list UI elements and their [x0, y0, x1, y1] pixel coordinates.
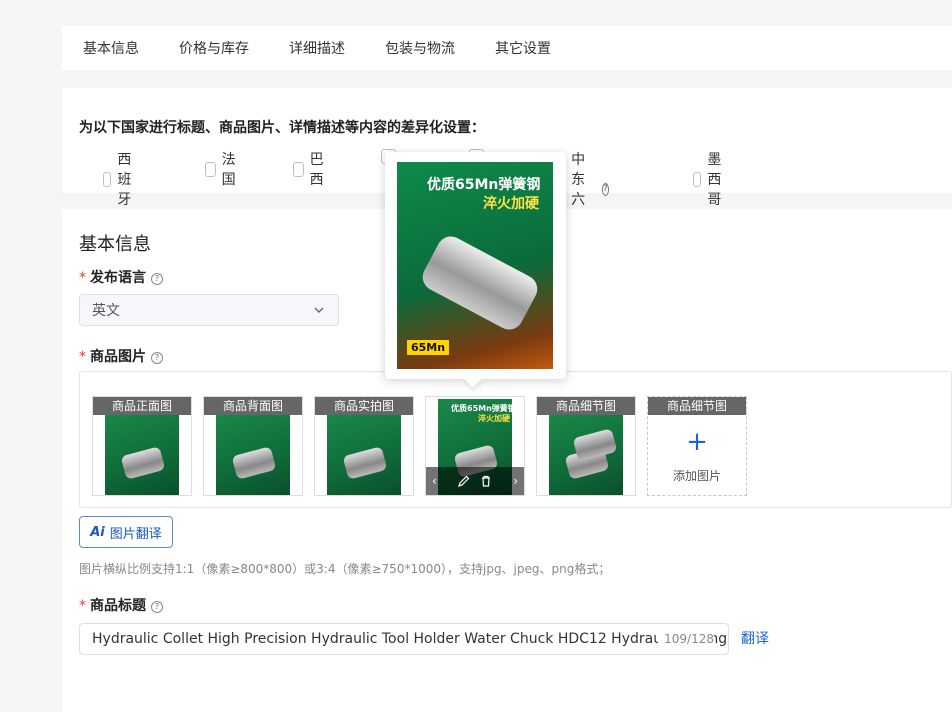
- thumb-label: 商品正面图: [93, 397, 191, 415]
- image-upload-area: 商品正面图 商品背面图 商品实拍图 优质65Mn弹簧钢 淬火加硬 ‹ › 商品细…: [79, 371, 952, 508]
- language-select-value: 英文: [92, 303, 120, 319]
- help-icon[interactable]: ?: [151, 601, 163, 613]
- product-shape: [342, 446, 388, 480]
- images-label: * 商品图片?: [79, 346, 163, 366]
- preview-image-text: 优质65Mn弹簧钢: [427, 177, 541, 193]
- country-mexico-checkbox[interactable]: 墨西哥: [693, 149, 728, 209]
- product-shape: [572, 428, 618, 462]
- language-label: * 发布语言?: [79, 267, 163, 287]
- image-hint: 图片横纵比例支持1:1（像素≥800*800）或3:4（像素≥750*1000）…: [79, 562, 611, 576]
- thumb-hover-controls: ‹ ›: [426, 467, 524, 495]
- move-left-icon[interactable]: ‹: [432, 474, 437, 488]
- required-mark: *: [79, 270, 86, 286]
- tab-other-settings[interactable]: 其它设置: [495, 38, 551, 58]
- country-label: 巴西: [309, 152, 324, 188]
- country-brazil-checkbox[interactable]: 巴西: [293, 149, 328, 189]
- thumb-image-text: 淬火加硬: [478, 414, 510, 423]
- tab-package-logistics[interactable]: 包装与物流: [385, 38, 455, 58]
- product-image-thumb[interactable]: 商品正面图: [92, 396, 192, 496]
- images-label-text: 商品图片: [90, 349, 146, 365]
- language-select[interactable]: 英文: [79, 294, 339, 326]
- preview-image-text: 淬火加硬: [483, 196, 539, 212]
- help-icon[interactable]: ?: [151, 352, 163, 364]
- section-title: 基本信息: [79, 234, 151, 255]
- tab-detail-desc[interactable]: 详细描述: [289, 38, 345, 58]
- product-image-thumb[interactable]: 商品实拍图: [314, 396, 414, 496]
- image-preview-popover: 优质65Mn弹簧钢 淬火加硬 65Mn: [385, 152, 566, 388]
- title-label: * 商品标题?: [79, 595, 163, 615]
- product-shape: [417, 231, 543, 335]
- country-france-checkbox[interactable]: 法国: [205, 149, 240, 189]
- product-image: [327, 411, 401, 495]
- edit-icon[interactable]: [457, 474, 471, 488]
- product-shape: [120, 446, 166, 480]
- country-label: 墨西哥: [707, 152, 722, 208]
- checkbox-box[interactable]: [205, 161, 216, 177]
- required-mark: *: [79, 598, 86, 614]
- tab-bar: 基本信息 价格与库存 详细描述 包装与物流 其它设置: [62, 26, 952, 70]
- title-label-text: 商品标题: [90, 598, 146, 614]
- language-label-text: 发布语言: [90, 270, 146, 286]
- product-image-thumb-hovered[interactable]: 优质65Mn弹簧钢 淬火加硬 ‹ ›: [425, 396, 525, 496]
- product-shape: [231, 446, 277, 480]
- title-char-count: 109/128: [658, 632, 714, 646]
- country-label: 西班牙: [117, 152, 132, 208]
- help-icon[interactable]: ?: [601, 182, 609, 196]
- help-icon[interactable]: ?: [151, 273, 163, 285]
- preview-badge: 65Mn: [407, 340, 450, 355]
- country-label: 法国: [221, 152, 236, 188]
- image-translate-button[interactable]: Ai 图片翻译: [79, 516, 173, 548]
- plus-icon: +: [686, 427, 708, 457]
- checkbox-box[interactable]: [293, 161, 304, 177]
- translate-link[interactable]: 翻译: [741, 628, 769, 648]
- delete-icon[interactable]: [479, 474, 493, 488]
- tab-price-stock[interactable]: 价格与库存: [179, 38, 249, 58]
- thumb-label: 商品细节图: [648, 397, 746, 415]
- thumb-label: 商品细节图: [537, 397, 635, 415]
- move-right-icon[interactable]: ›: [513, 474, 518, 488]
- add-image-text: 添加图片: [672, 469, 721, 483]
- product-image: [216, 411, 290, 495]
- thumb-actions: [457, 474, 493, 488]
- tab-basic-info[interactable]: 基本信息: [83, 38, 139, 58]
- required-mark: *: [79, 349, 86, 365]
- image-translate-label: 图片翻译: [109, 526, 162, 542]
- ai-icon: Ai: [90, 524, 105, 540]
- product-image: [105, 411, 179, 495]
- product-image: [549, 411, 623, 495]
- checkbox-box[interactable]: [693, 171, 702, 187]
- country-spain-checkbox[interactable]: 西班牙: [103, 149, 138, 209]
- chevron-down-icon: [314, 307, 324, 313]
- country-diff-heading: 为以下国家进行标题、商品图片、详情描述等内容的差异化设置：: [79, 120, 485, 136]
- product-image-thumb[interactable]: 商品细节图: [536, 396, 636, 496]
- product-title-input[interactable]: Hydraulic Collet High Precision Hydrauli…: [79, 623, 729, 655]
- thumb-label: 商品实拍图: [315, 397, 413, 415]
- preview-image: 优质65Mn弹簧钢 淬火加硬 65Mn: [397, 162, 553, 369]
- thumb-label: 商品背面图: [204, 397, 302, 415]
- add-image-button[interactable]: 商品细节图 + 添加图片: [647, 396, 747, 496]
- checkbox-box[interactable]: [103, 171, 112, 187]
- product-title-value: Hydraulic Collet High Precision Hydrauli…: [92, 631, 728, 647]
- product-image-thumb[interactable]: 商品背面图: [203, 396, 303, 496]
